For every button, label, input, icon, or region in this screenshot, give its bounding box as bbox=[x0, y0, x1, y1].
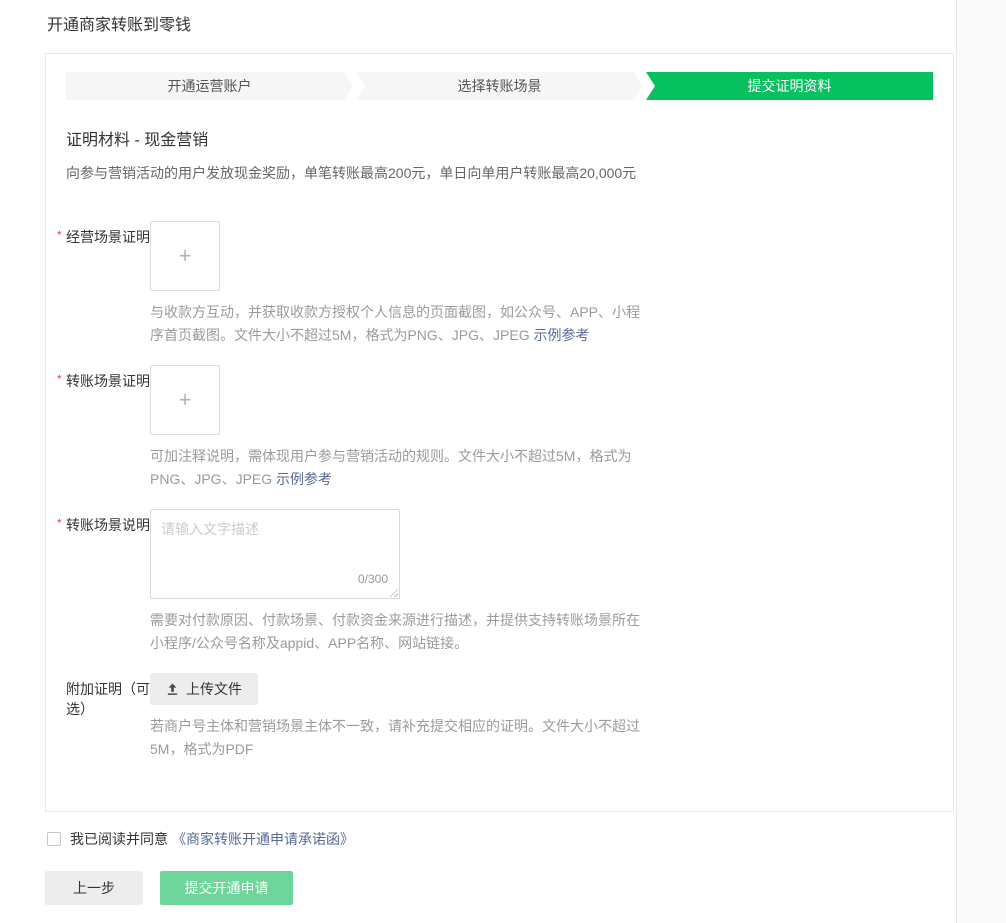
field-control: + 可加注释说明，需体现用户参与营销活动的规则。文件大小不超过5M，格式为PNG… bbox=[150, 365, 933, 491]
previous-step-button[interactable]: 上一步 bbox=[45, 871, 143, 905]
field-transfer-scene-description: * 转账场景说明 0/300 需要对付款原因、付款场景、付款资金来源进行描述，并… bbox=[66, 509, 933, 655]
plus-icon: + bbox=[179, 389, 192, 411]
form-actions: 上一步 提交开通申请 bbox=[45, 871, 956, 905]
step-choose-transfer-scene: 选择转账场景 bbox=[356, 72, 643, 100]
required-asterisk: * bbox=[57, 517, 62, 529]
step-open-operating-account: 开通运营账户 bbox=[66, 72, 353, 100]
page-title: 开通商家转账到零钱 bbox=[47, 11, 956, 35]
section-description: 向参与营销活动的用户发放现金奖励，单笔转账最高200元，单日向单用户转账最高20… bbox=[66, 163, 933, 183]
field-control: 0/300 需要对付款原因、付款场景、付款资金来源进行描述，并提供支持转账场景所… bbox=[150, 509, 933, 655]
step-label: 提交证明资料 bbox=[748, 78, 832, 94]
field-help-text: 若商户号主体和营销场景主体不一致，请补充提交相应的证明。文件大小不超过5M，格式… bbox=[150, 715, 642, 761]
agreement-row: 我已阅读并同意 《商家转账开通申请承诺函》 bbox=[47, 829, 956, 849]
field-label: 附加证明（可选） bbox=[66, 673, 150, 761]
field-help-text: 与收款方互动，并获取收款方授权个人信息的页面截图，如公众号、APP、小程序首页截… bbox=[150, 301, 642, 347]
field-help-text: 需要对付款原因、付款场景、付款资金来源进行描述，并提供支持转账场景所在小程序/公… bbox=[150, 609, 642, 655]
upload-icon bbox=[166, 683, 179, 696]
field-additional-proof: 附加证明（可选） 上传文件 若商户号主体和营销场景主体不一致，请补充提交相应的证… bbox=[66, 673, 933, 761]
field-label: * 经营场景证明 bbox=[66, 221, 150, 347]
example-reference-link[interactable]: 示例参考 bbox=[533, 327, 589, 343]
field-control: + 与收款方互动，并获取收款方授权个人信息的页面截图，如公众号、APP、小程序首… bbox=[150, 221, 933, 347]
step-submit-proof-materials: 提交证明资料 bbox=[646, 72, 933, 100]
agreement-checkbox[interactable] bbox=[47, 832, 61, 846]
image-upload-box[interactable]: + bbox=[150, 221, 220, 291]
content-card: 开通运营账户 选择转账场景 提交证明资料 证明材料 - 现金营销 向参与营销活动… bbox=[45, 53, 954, 812]
upload-file-button[interactable]: 上传文件 bbox=[150, 673, 258, 705]
field-help-text: 可加注释说明，需体现用户参与营销活动的规则。文件大小不超过5M，格式为PNG、J… bbox=[150, 445, 642, 491]
image-upload-box[interactable]: + bbox=[150, 365, 220, 435]
field-label: * 转账场景说明 bbox=[66, 509, 150, 655]
step-label: 选择转账场景 bbox=[458, 78, 542, 94]
upload-file-label: 上传文件 bbox=[186, 679, 242, 699]
agreement-label: 我已阅读并同意 bbox=[70, 829, 168, 849]
field-business-scene-proof: * 经营场景证明 + 与收款方互动，并获取收款方授权个人信息的页面截图，如公众号… bbox=[66, 221, 933, 347]
submit-application-button[interactable]: 提交开通申请 bbox=[160, 871, 293, 905]
field-transfer-scene-proof: * 转账场景证明 + 可加注释说明，需体现用户参与营销活动的规则。文件大小不超过… bbox=[66, 365, 933, 491]
description-textarea-wrap: 0/300 bbox=[150, 509, 400, 599]
step-label: 开通运营账户 bbox=[168, 78, 252, 94]
char-counter: 0/300 bbox=[358, 572, 388, 586]
required-asterisk: * bbox=[57, 229, 62, 241]
example-reference-link[interactable]: 示例参考 bbox=[276, 471, 332, 487]
field-control: 上传文件 若商户号主体和营销场景主体不一致，请补充提交相应的证明。文件大小不超过… bbox=[150, 673, 933, 761]
field-label: * 转账场景证明 bbox=[66, 365, 150, 491]
plus-icon: + bbox=[179, 245, 192, 267]
merchant-transfer-setup-page: 开通商家转账到零钱 开通运营账户 选择转账场景 提交证明资料 证明材料 - 现金… bbox=[0, 0, 957, 923]
section-heading: 证明材料 - 现金营销 bbox=[66, 126, 933, 150]
required-asterisk: * bbox=[57, 373, 62, 385]
proof-materials-form: * 经营场景证明 + 与收款方互动，并获取收款方授权个人信息的页面截图，如公众号… bbox=[66, 221, 933, 761]
wizard-stepper: 开通运营账户 选择转账场景 提交证明资料 bbox=[66, 72, 933, 100]
agreement-letter-link[interactable]: 《商家转账开通申请承诺函》 bbox=[172, 829, 354, 849]
